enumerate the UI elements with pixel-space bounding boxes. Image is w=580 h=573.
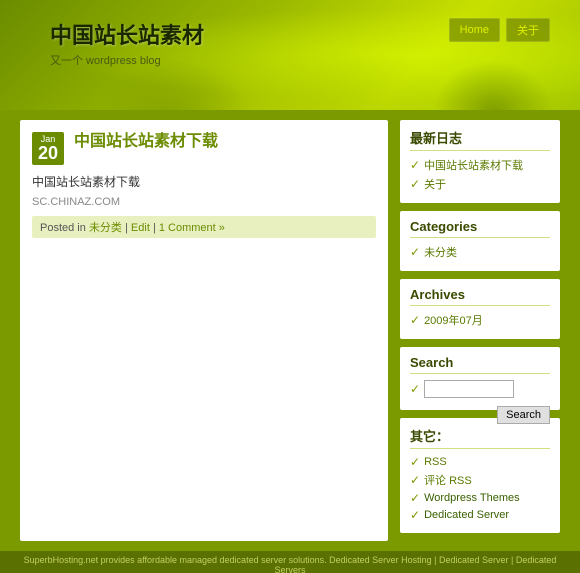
search-input[interactable] <box>424 380 514 398</box>
list-item: ✓ RSS <box>410 455 550 469</box>
check-icon: ✓ <box>410 508 420 522</box>
footer: SuperbHosting.net provides affordable ma… <box>0 551 580 573</box>
sidebar-categories: Categories ✓ 未分类 <box>400 211 560 271</box>
check-icon: ✓ <box>410 245 420 259</box>
footer-text: SuperbHosting.net provides affordable ma… <box>24 555 557 573</box>
post-comments-link[interactable]: 1 Comment » <box>159 222 225 234</box>
header: 中国站长站素材 又一个 wordpress blog Home 关于 <box>0 0 580 110</box>
list-item: ✓ Dedicated Server <box>410 508 550 522</box>
post-date-box: Jan 20 <box>32 132 64 165</box>
sidebar-other-title: 其它： <box>410 426 550 449</box>
post-header: Jan 20 中国站长站素材下载 <box>32 132 376 165</box>
category-link-1[interactable]: 未分类 <box>424 244 457 260</box>
post-date-day: 20 <box>38 144 58 162</box>
sidebar-search-title: Search <box>410 355 550 374</box>
other-link-3[interactable]: Wordpress Themes <box>424 492 520 504</box>
recent-link-2[interactable]: 关于 <box>424 176 446 192</box>
sidebar-archives: Archives ✓ 2009年07月 <box>400 279 560 339</box>
post-link: SC.CHINAZ.COM <box>32 196 376 208</box>
post-title: 中国站长站素材下载 <box>74 132 218 153</box>
sidebar-other: 其它： ✓ RSS ✓ 评论 RSS ✓ Wordpress Themes ✓ … <box>400 418 560 533</box>
list-item: ✓ 未分类 <box>410 244 550 260</box>
post: Jan 20 中国站长站素材下载 中国站长站素材下载 SC.CHINAZ.COM… <box>32 132 376 238</box>
other-link-1[interactable]: RSS <box>424 456 447 468</box>
content-area: Jan 20 中国站长站素材下载 中国站长站素材下载 SC.CHINAZ.COM… <box>20 120 388 541</box>
sidebar-categories-title: Categories <box>410 219 550 238</box>
search-button[interactable]: Search <box>497 406 550 424</box>
post-edit-link[interactable]: Edit <box>131 222 150 234</box>
site-title: 中国站长站素材 <box>50 18 204 50</box>
list-item: ✓ 2009年07月 <box>410 312 550 328</box>
other-link-4[interactable]: Dedicated Server <box>424 509 509 521</box>
sidebar-recent: 最新日志 ✓ 中国站长站素材下载 ✓ 关于 <box>400 120 560 203</box>
check-icon: ✓ <box>410 473 420 487</box>
sidebar-archives-title: Archives <box>410 287 550 306</box>
post-category-link[interactable]: 未分类 <box>89 222 122 234</box>
site-title-block: 中国站长站素材 又一个 wordpress blog <box>50 18 204 68</box>
header-nav: Home 关于 <box>449 18 550 42</box>
check-icon: ✓ <box>410 455 420 469</box>
list-item: ✓ 关于 <box>410 176 550 192</box>
archive-link-1[interactable]: 2009年07月 <box>424 312 483 328</box>
sidebar-search: Search ✓ Search <box>400 347 560 410</box>
check-icon: ✓ <box>410 313 420 327</box>
post-body: 中国站长站素材下载 <box>32 173 376 190</box>
check-icon: ✓ <box>410 158 420 172</box>
list-item: ✓ 中国站长站素材下载 <box>410 157 550 173</box>
check-icon: ✓ <box>410 177 420 191</box>
post-meta: Posted in 未分类 | Edit | 1 Comment » <box>32 216 376 238</box>
nav-home-button[interactable]: Home <box>449 18 500 42</box>
nav-about-button[interactable]: 关于 <box>506 18 550 42</box>
list-item: ✓ 评论 RSS <box>410 472 550 488</box>
list-item: ✓ Wordpress Themes <box>410 491 550 505</box>
recent-link-1[interactable]: 中国站长站素材下载 <box>424 157 523 173</box>
site-subtitle: 又一个 wordpress blog <box>50 52 204 68</box>
other-link-2[interactable]: 评论 RSS <box>424 472 472 488</box>
check-icon: ✓ <box>410 382 420 396</box>
post-meta-prefix: Posted in <box>40 222 86 234</box>
check-icon: ✓ <box>410 491 420 505</box>
sidebar: 最新日志 ✓ 中国站长站素材下载 ✓ 关于 Categories ✓ 未分类 A… <box>400 120 560 541</box>
main-wrapper: Jan 20 中国站长站素材下载 中国站长站素材下载 SC.CHINAZ.COM… <box>0 110 580 551</box>
search-row: ✓ <box>410 380 550 398</box>
sidebar-recent-title: 最新日志 <box>410 128 550 151</box>
